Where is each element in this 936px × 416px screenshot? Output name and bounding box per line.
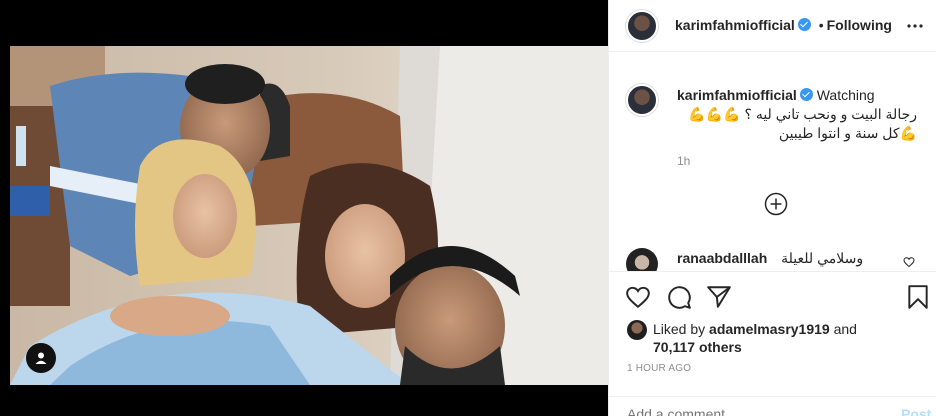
post-actions: Liked by adamelmasry1919 and 70,117 othe… [609, 271, 936, 416]
likes-count[interactable]: 70,117 others [653, 339, 742, 355]
more-options-button[interactable] [903, 14, 927, 38]
post-timestamp[interactable]: 1 HOUR AGO [627, 363, 691, 374]
share-icon[interactable] [706, 284, 732, 310]
comment-text-row: ranaabdalllah وسلامي للعيلة [677, 250, 863, 267]
post-comment-button[interactable]: Post [901, 406, 931, 416]
user-tag-icon [35, 352, 47, 364]
modal-backdrop-edge [0, 0, 10, 416]
post-photo[interactable] [10, 46, 608, 385]
commenter-avatar[interactable] [626, 248, 658, 272]
instagram-post-modal: karimfahmiofficial • Following karimfahmi… [0, 0, 936, 416]
verified-badge-icon [799, 88, 813, 101]
more-horizontal-icon [907, 24, 923, 28]
likes-text: Liked by adamelmasry1919 and 70,117 othe… [653, 320, 933, 356]
add-comment-bar: Post [609, 396, 936, 416]
liker-username[interactable]: adamelmasry1919 [709, 321, 830, 337]
author-username[interactable]: karimfahmiofficial [675, 17, 795, 33]
caption-body: karimfahmiofficial Watching رجالة البيت … [677, 86, 917, 143]
caption-avatar[interactable] [626, 84, 658, 116]
likes-prefix: Liked by [653, 321, 706, 337]
likes-joiner: and [833, 321, 857, 337]
post-header: karimfahmiofficial • Following [609, 0, 936, 52]
comment-text: وسلامي للعيلة [781, 250, 864, 266]
bookmark-icon[interactable] [905, 284, 931, 310]
comment-item: ranaabdalllah وسلامي للعيلة [609, 244, 936, 272]
plus-circle-icon[interactable] [764, 192, 788, 216]
comment-icon[interactable] [666, 284, 692, 310]
add-comment-input[interactable] [627, 406, 867, 416]
post-media[interactable] [10, 0, 608, 416]
header-text: karimfahmiofficial • Following [675, 17, 892, 33]
caption-text: رجالة البيت و ونحب تاني ليه ؟ 💪💪💪💪كل سنة… [688, 106, 917, 141]
caption-text-start: Watching [816, 87, 875, 103]
verified-badge-icon [797, 18, 811, 31]
author-avatar[interactable] [626, 10, 658, 42]
caption-head: karimfahmiofficial Watching [677, 86, 917, 105]
commenter-username[interactable]: ranaabdalllah [677, 250, 767, 266]
user-tag-button[interactable] [26, 343, 56, 373]
liker-avatar[interactable] [627, 320, 647, 340]
caption-age: 1h [677, 154, 691, 168]
following-button[interactable]: Following [827, 17, 892, 33]
heart-icon[interactable] [625, 284, 651, 310]
heart-icon[interactable] [903, 256, 915, 268]
follow-separator: • [818, 17, 824, 33]
caption-username[interactable]: karimfahmiofficial [677, 87, 797, 103]
post-side-panel: karimfahmiofficial • Following karimfahmi… [608, 0, 936, 416]
